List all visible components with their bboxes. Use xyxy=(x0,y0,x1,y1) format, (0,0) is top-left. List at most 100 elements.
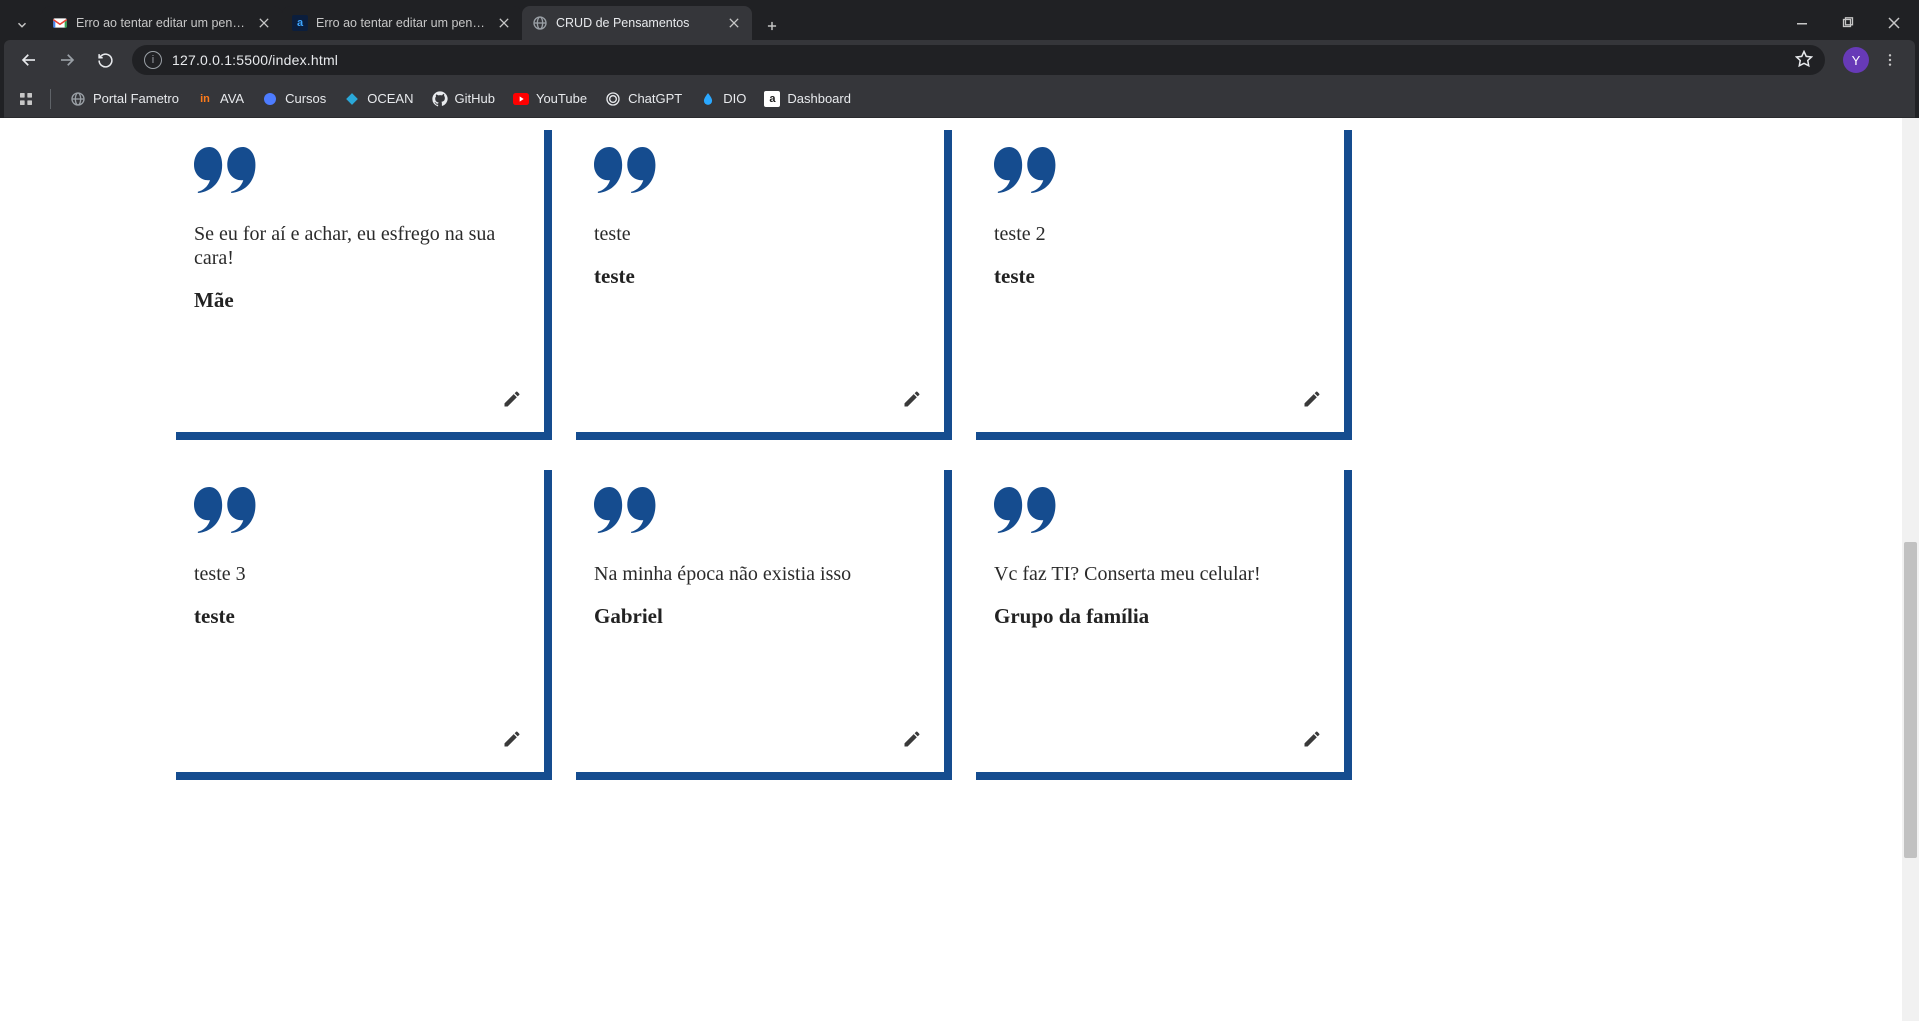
vertical-scrollbar[interactable] xyxy=(1902,118,1919,1021)
bookmark-icon: in xyxy=(197,91,213,107)
thought-card: Na minha época não existia isso Gabriel xyxy=(568,462,944,772)
window-close-button[interactable] xyxy=(1871,6,1917,40)
thought-content: teste xyxy=(594,222,918,246)
quote-icon xyxy=(594,486,918,534)
thought-card: Se eu for aí e achar, eu esfrego na sua … xyxy=(168,122,544,432)
back-button[interactable] xyxy=(12,43,46,77)
bookmark-label: ChatGPT xyxy=(628,91,682,106)
bookmark-label: Dashboard xyxy=(787,91,851,106)
card-body: teste 3 teste xyxy=(168,462,544,772)
quote-icon xyxy=(194,146,518,194)
bookmark-icon xyxy=(262,91,278,107)
browser-tab[interactable]: a Erro ao tentar editar um pensar xyxy=(282,6,522,40)
page-viewport: Se eu for aí e achar, eu esfrego na sua … xyxy=(0,118,1919,1021)
bookmark-item[interactable]: Portal Fametro xyxy=(61,87,188,111)
browser-tab[interactable]: Erro ao tentar editar um pensar xyxy=(42,6,282,40)
quote-icon xyxy=(194,486,518,534)
url-text: 127.0.0.1:5500/index.html xyxy=(172,52,338,68)
thought-author: Gabriel xyxy=(594,604,918,629)
chrome-menu-button[interactable] xyxy=(1873,43,1907,77)
thought-content: teste 3 xyxy=(194,562,518,586)
bookmark-item[interactable]: Cursos xyxy=(253,87,335,111)
tab-favicon-icon xyxy=(532,15,548,31)
window-maximize-button[interactable] xyxy=(1825,6,1871,40)
card-body: Na minha época não existia isso Gabriel xyxy=(568,462,944,772)
bookmark-item[interactable]: in AVA xyxy=(188,87,253,111)
apps-button[interactable] xyxy=(12,85,40,113)
tab-title: Erro ao tentar editar um pensar xyxy=(316,16,488,30)
thought-content: teste 2 xyxy=(994,222,1318,246)
bookmarks-separator xyxy=(50,89,51,109)
bookmark-label: DIO xyxy=(723,91,746,106)
tab-close-button[interactable] xyxy=(496,15,512,31)
address-bar[interactable]: i 127.0.0.1:5500/index.html xyxy=(132,45,1825,75)
edit-button[interactable] xyxy=(1302,729,1322,754)
bookmarks-bar: Portal Fametro in AVA Cursos OCEAN GitHub YouT… xyxy=(4,80,1915,118)
bookmark-label: OCEAN xyxy=(367,91,413,106)
thought-card: teste 3 teste xyxy=(168,462,544,772)
bookmark-star-icon[interactable] xyxy=(1795,50,1813,71)
tab-favicon-icon xyxy=(52,15,68,31)
window-controls xyxy=(1779,6,1919,40)
edit-button[interactable] xyxy=(902,729,922,754)
tab-close-button[interactable] xyxy=(256,15,272,31)
site-info-icon[interactable]: i xyxy=(144,51,162,69)
thought-author: teste xyxy=(994,264,1318,289)
bookmark-icon xyxy=(70,91,86,107)
bookmark-item[interactable]: OCEAN xyxy=(335,87,422,111)
window-minimize-button[interactable] xyxy=(1779,6,1825,40)
bookmark-item[interactable]: YouTube xyxy=(504,87,596,111)
quote-icon xyxy=(994,146,1318,194)
edit-button[interactable] xyxy=(502,729,522,754)
bookmark-icon xyxy=(344,91,360,107)
thought-author: teste xyxy=(594,264,918,289)
profile-avatar[interactable]: Y xyxy=(1843,47,1869,73)
thought-author: Grupo da família xyxy=(994,604,1318,629)
thought-author: teste xyxy=(194,604,518,629)
quote-icon xyxy=(994,486,1318,534)
tab-title: Erro ao tentar editar um pensar xyxy=(76,16,248,30)
bookmark-icon xyxy=(432,91,448,107)
bookmark-icon: a xyxy=(764,91,780,107)
bookmark-item[interactable]: DIO xyxy=(691,87,755,111)
edit-button[interactable] xyxy=(1302,389,1322,414)
bookmark-label: AVA xyxy=(220,91,244,106)
toolbar: i 127.0.0.1:5500/index.html Y xyxy=(4,40,1915,80)
vertical-scrollbar-thumb[interactable] xyxy=(1904,542,1917,858)
edit-button[interactable] xyxy=(502,389,522,414)
bookmark-item[interactable]: ChatGPT xyxy=(596,87,691,111)
reload-button[interactable] xyxy=(88,43,122,77)
bookmark-label: YouTube xyxy=(536,91,587,106)
card-body: teste teste xyxy=(568,122,944,432)
thought-card: teste 2 teste xyxy=(968,122,1344,432)
browser-chrome: Erro ao tentar editar um pensar a Erro ao … xyxy=(0,0,1919,118)
avatar-letter: Y xyxy=(1852,53,1861,68)
bookmark-label: GitHub xyxy=(455,91,495,106)
thought-content: Vc faz TI? Conserta meu celular! xyxy=(994,562,1318,586)
thought-card: teste teste xyxy=(568,122,944,432)
bookmark-item[interactable]: GitHub xyxy=(423,87,504,111)
thought-content: Na minha época não existia isso xyxy=(594,562,918,586)
tab-close-button[interactable] xyxy=(726,15,742,31)
edit-button[interactable] xyxy=(902,389,922,414)
bookmark-label: Cursos xyxy=(285,91,326,106)
forward-button[interactable] xyxy=(50,43,84,77)
thought-author: Mãe xyxy=(194,288,518,313)
browser-tab[interactable]: CRUD de Pensamentos xyxy=(522,6,752,40)
tab-title: CRUD de Pensamentos xyxy=(556,16,718,30)
quote-icon xyxy=(594,146,918,194)
bookmark-icon xyxy=(700,91,716,107)
page-content[interactable]: Se eu for aí e achar, eu esfrego na sua … xyxy=(0,118,1919,1021)
bookmark-icon xyxy=(513,91,529,107)
tab-search-dropdown[interactable] xyxy=(6,10,38,40)
bookmark-label: Portal Fametro xyxy=(93,91,179,106)
card-body: teste 2 teste xyxy=(968,122,1344,432)
card-body: Vc faz TI? Conserta meu celular! Grupo da… xyxy=(968,462,1344,772)
card-body: Se eu for aí e achar, eu esfrego na sua … xyxy=(168,122,544,432)
tab-favicon-icon: a xyxy=(292,15,308,31)
new-tab-button[interactable] xyxy=(758,12,786,40)
tab-strip: Erro ao tentar editar um pensar a Erro ao … xyxy=(0,0,1919,40)
bookmark-item[interactable]: a Dashboard xyxy=(755,87,860,111)
thought-card: Vc faz TI? Conserta meu celular! Grupo da… xyxy=(968,462,1344,772)
bookmark-icon xyxy=(605,91,621,107)
